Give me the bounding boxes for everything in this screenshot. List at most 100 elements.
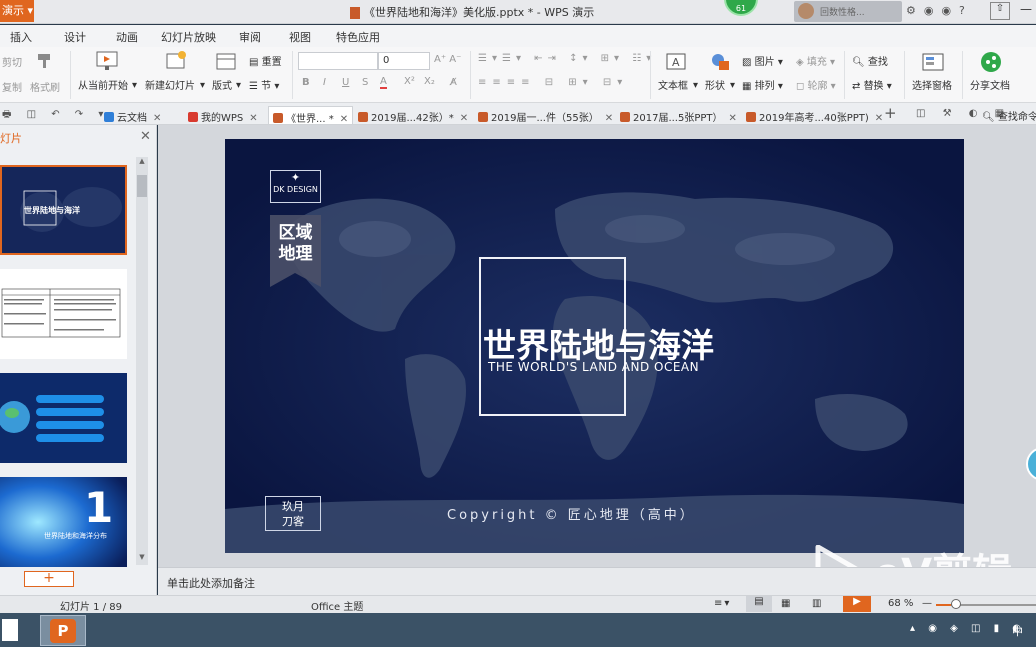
scroll-up-icon[interactable]: ▲ <box>136 157 148 169</box>
menu-review[interactable]: 审阅 <box>239 29 261 45</box>
normal-view-icon[interactable]: ▤ <box>746 596 772 612</box>
tab-document[interactable]: 2019届...42张）* ✕ <box>354 106 472 124</box>
textbox-button[interactable]: 文本框 <box>658 77 688 92</box>
slide-canvas[interactable]: ✦ DK DESIGN 区域 地理 世界陆地与海洋 THE WORLD'S LA… <box>158 125 1036 597</box>
tab-document[interactable]: 2017届...5张PPT） ✕ <box>616 106 741 124</box>
list-buttons[interactable]: ☰▾☰▾ ⇤⇥ ↕▾ ⊞▾ ☷▾ <box>478 53 656 64</box>
slide-thumbnail-2[interactable] <box>0 269 127 359</box>
tab-my-wps[interactable]: 我的WPS ✕ <box>184 106 262 124</box>
font-family-select[interactable] <box>298 52 378 70</box>
reset-button[interactable]: ▤ 重置 <box>249 53 282 68</box>
superscript-button[interactable]: X² <box>404 76 415 87</box>
tray-icons[interactable]: ▴ ◉ ◈ ◫ ▮ ◐ <box>910 623 1026 634</box>
minimize-icon[interactable]: — <box>1020 2 1032 16</box>
close-icon[interactable]: ✕ <box>140 129 151 144</box>
scrollbar-thumb[interactable] <box>137 175 147 197</box>
ppt-file-icon <box>478 112 488 122</box>
quick-access-icons[interactable]: 🖶 ◫ ↶ ↷ ▾ <box>2 107 109 124</box>
tab-cloud-docs[interactable]: 云文档 ✕ <box>100 106 165 124</box>
zoom-out-icon[interactable]: — <box>922 598 932 609</box>
theme-name[interactable]: Office 主题 <box>311 598 363 613</box>
menu-animation[interactable]: 动画 <box>116 29 138 45</box>
current-slide[interactable]: ✦ DK DESIGN 区域 地理 世界陆地与海洋 THE WORLD'S LA… <box>225 139 964 553</box>
close-icon[interactable]: ✕ <box>340 114 348 125</box>
close-icon[interactable]: ✕ <box>875 113 883 124</box>
bold-button[interactable]: B <box>302 77 310 88</box>
notes-toggle-icon[interactable]: ≡▾ <box>714 598 731 609</box>
titlebar-icons[interactable]: ⚙◉◉? <box>906 4 973 17</box>
arrange-button[interactable]: ▦ 排列 ▾ <box>742 77 783 92</box>
slide-sorter-icon[interactable]: ▦ <box>781 598 790 609</box>
subscript-button[interactable]: X₂ <box>424 76 435 87</box>
scroll-down-icon[interactable]: ▼ <box>136 553 148 565</box>
wps-presentation-taskbar-button[interactable]: P <box>40 615 86 646</box>
file-icon[interactable] <box>2 619 18 641</box>
close-icon[interactable]: ✕ <box>249 113 257 124</box>
slide-thumbnail-4[interactable]: 1 世界陆地和海洋分布 <box>0 477 127 567</box>
selection-pane-button[interactable]: 选择窗格 <box>912 77 952 92</box>
ime-indicator[interactable]: 中 <box>1012 623 1023 639</box>
tab-label: 《世界... * <box>286 114 334 125</box>
tab-document[interactable]: 2019届一...件（55张） ✕ <box>474 106 617 124</box>
strike-button[interactable]: S <box>362 77 368 88</box>
notes-pane[interactable]: 单击此处添加备注 <box>158 567 1036 595</box>
slide-thumbnail-1[interactable]: 世界陆地与海洋 <box>0 165 127 255</box>
close-icon[interactable]: ✕ <box>153 113 161 124</box>
menu-view[interactable]: 视图 <box>289 29 311 45</box>
play-slideshow-button[interactable]: ▶ <box>843 596 871 612</box>
menu-special[interactable]: 特色应用 <box>336 29 380 45</box>
share-button[interactable]: 分享文档 <box>970 77 1010 92</box>
notification-badge[interactable]: 61 <box>724 0 758 16</box>
author-box[interactable]: 玖月 刀客 <box>265 496 321 531</box>
tab-document[interactable]: 2019年高考...40张PPT) ✕ <box>742 106 887 124</box>
menu-insert[interactable]: 插入 <box>10 29 32 45</box>
close-icon[interactable]: ✕ <box>605 113 613 124</box>
ppt-file-icon <box>273 113 283 123</box>
underline-button[interactable]: U <box>342 77 349 88</box>
play-from-current-button[interactable]: 从当前开始 <box>78 77 128 92</box>
upload-icon[interactable]: ⇧ <box>990 2 1010 20</box>
font-color-button[interactable]: A <box>380 76 387 89</box>
new-tab-button[interactable]: + <box>884 104 897 122</box>
ribbon-divider <box>292 51 293 99</box>
reading-view-icon[interactable]: ▥ <box>812 598 821 609</box>
clear-format-icon[interactable]: A̸ <box>450 77 457 88</box>
align-buttons[interactable]: ≡≡≡≡ ⊟ ⊞▾ ⊟▾ <box>478 77 628 88</box>
thumbnail-scrollbar[interactable]: ▲ ▼ <box>136 157 148 565</box>
user-account[interactable]: 回数性格... <box>794 1 902 22</box>
italic-button[interactable]: I <box>323 77 326 88</box>
zoom-level[interactable]: 68 % <box>888 598 913 609</box>
menu-slideshow[interactable]: 幻灯片放映 <box>161 29 216 45</box>
close-icon[interactable]: ✕ <box>460 113 468 124</box>
zoom-slider[interactable] <box>936 599 1036 609</box>
right-edge-button[interactable] <box>1026 447 1036 481</box>
font-size-select[interactable]: 0 <box>378 52 430 70</box>
menu-design[interactable]: 设计 <box>64 29 86 45</box>
tab-document-active[interactable]: 《世界... * ✕ <box>268 106 354 125</box>
zoom-slider-thumb[interactable] <box>950 599 961 609</box>
slide-title-en[interactable]: THE WORLD'S LAND AND OCEAN <box>488 360 748 374</box>
layout-button[interactable]: 版式 <box>212 77 232 92</box>
replace-button[interactable]: ⇄ 替换 ▾ <box>852 77 892 92</box>
user-name: 回数性格... <box>820 8 865 18</box>
picture-button[interactable]: ▨ 图片 ▾ <box>742 53 783 68</box>
slide-thumbnail-3[interactable] <box>0 373 127 463</box>
sparkle-icon: ✦ <box>290 171 301 184</box>
font-grow-icon[interactable]: A⁺ A⁻ <box>434 54 461 65</box>
copy-button[interactable]: 复制 <box>2 79 22 94</box>
dropdown-caret-icon: ▾ <box>693 80 699 91</box>
cut-button[interactable]: 剪切 <box>2 54 22 69</box>
command-search[interactable]: 🔍︎ 查找命令 <box>982 108 1036 123</box>
section-button[interactable]: ☰ 节 ▾ <box>249 77 279 92</box>
fill-button[interactable]: ◈ 填充 ▾ <box>796 53 835 68</box>
find-button[interactable]: 🔍︎ 查找 <box>852 53 888 68</box>
format-painter-button[interactable]: 格式刷 <box>30 79 60 94</box>
outline-button[interactable]: ◻ 轮廓 ▾ <box>796 77 836 92</box>
notes-placeholder[interactable]: 单击此处添加备注 <box>167 575 255 591</box>
app-menu-button[interactable]: 演示 ▾ <box>0 0 34 22</box>
close-icon[interactable]: ✕ <box>729 113 737 124</box>
shape-button[interactable]: 形状 <box>705 77 725 92</box>
add-slide-button[interactable]: + <box>24 571 74 587</box>
new-slide-button[interactable]: 新建幻灯片 <box>145 77 195 92</box>
copyright-text[interactable]: Copyright © 匠心地理（高中） <box>447 504 696 523</box>
